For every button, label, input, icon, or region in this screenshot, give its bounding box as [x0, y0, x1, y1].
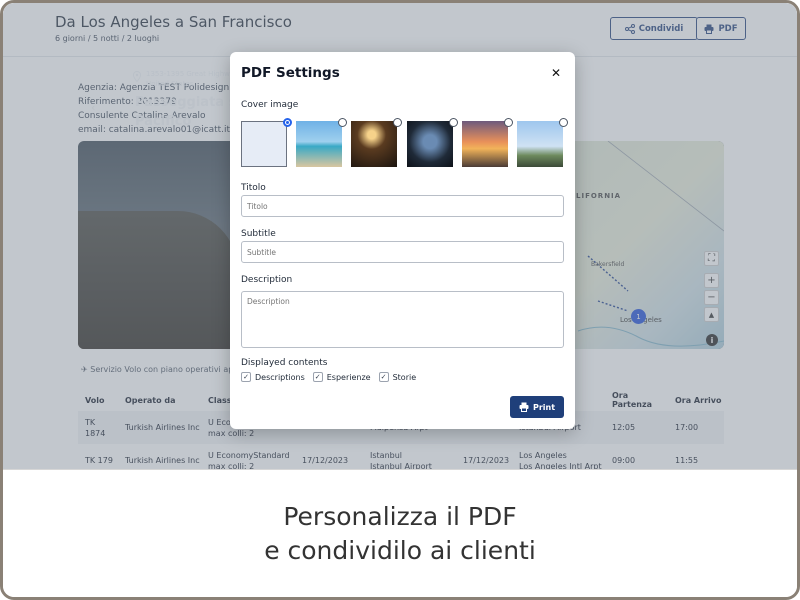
- titolo-label: Titolo: [241, 183, 266, 193]
- app-window: Da Los Angeles a San Francisco 6 giorni …: [3, 3, 797, 469]
- displayed-contents-options: ✓ Descriptions ✓ Esperienze ✓ Storie: [241, 372, 416, 382]
- cover-radio[interactable]: [449, 118, 458, 127]
- cover-option-dome[interactable]: [407, 121, 453, 167]
- printer-icon: [519, 402, 529, 412]
- cover-option-dinner[interactable]: [351, 121, 397, 167]
- cover-option-blank[interactable]: [241, 121, 287, 167]
- description-label: Description: [241, 275, 293, 285]
- caption-line2: e condividilo ai clienti: [264, 536, 536, 565]
- subtitle-label: Subtitle: [241, 229, 276, 239]
- pdf-settings-dialog: PDF Settings ✕ Cover image Titolo Subtit…: [230, 52, 575, 429]
- cover-radio-selected[interactable]: [283, 118, 292, 127]
- checkmark-icon: ✓: [312, 372, 323, 382]
- cover-option-pier[interactable]: [296, 121, 342, 167]
- subtitle-input[interactable]: [241, 241, 564, 263]
- cover-radio[interactable]: [559, 118, 568, 127]
- cover-image-picker: [241, 121, 565, 167]
- close-icon[interactable]: ✕: [551, 66, 561, 80]
- checkmark-icon: ✓: [378, 372, 389, 382]
- checkbox-label: Descriptions: [255, 372, 305, 382]
- checkbox-descriptions[interactable]: ✓ Descriptions: [241, 372, 305, 382]
- screenshot-frame: Da Los Angeles a San Francisco 6 giorni …: [0, 0, 800, 600]
- cover-radio[interactable]: [338, 118, 347, 127]
- marketing-caption: Personalizza il PDF e condividilo ai cli…: [3, 469, 797, 597]
- cover-radio[interactable]: [393, 118, 402, 127]
- checkmark-icon: ✓: [241, 372, 251, 382]
- cover-option-sunset[interactable]: [462, 121, 508, 167]
- dialog-title: PDF Settings: [241, 65, 340, 81]
- description-textarea[interactable]: [241, 291, 564, 348]
- caption-line1: Personalizza il PDF: [283, 502, 517, 531]
- titolo-input[interactable]: [241, 195, 564, 217]
- checkbox-esperienze[interactable]: ✓ Esperienze: [312, 372, 371, 382]
- displayed-contents-label: Displayed contents: [241, 358, 328, 368]
- checkbox-label: Storie: [392, 372, 417, 382]
- cover-radio[interactable]: [504, 118, 513, 127]
- print-button-label: Print: [532, 402, 556, 412]
- checkbox-label: Esperienze: [326, 372, 371, 382]
- cover-image-label: Cover image: [241, 100, 299, 110]
- print-button[interactable]: Print: [510, 396, 564, 418]
- checkbox-storie[interactable]: ✓ Storie: [378, 372, 417, 382]
- cover-option-couple[interactable]: [517, 121, 563, 167]
